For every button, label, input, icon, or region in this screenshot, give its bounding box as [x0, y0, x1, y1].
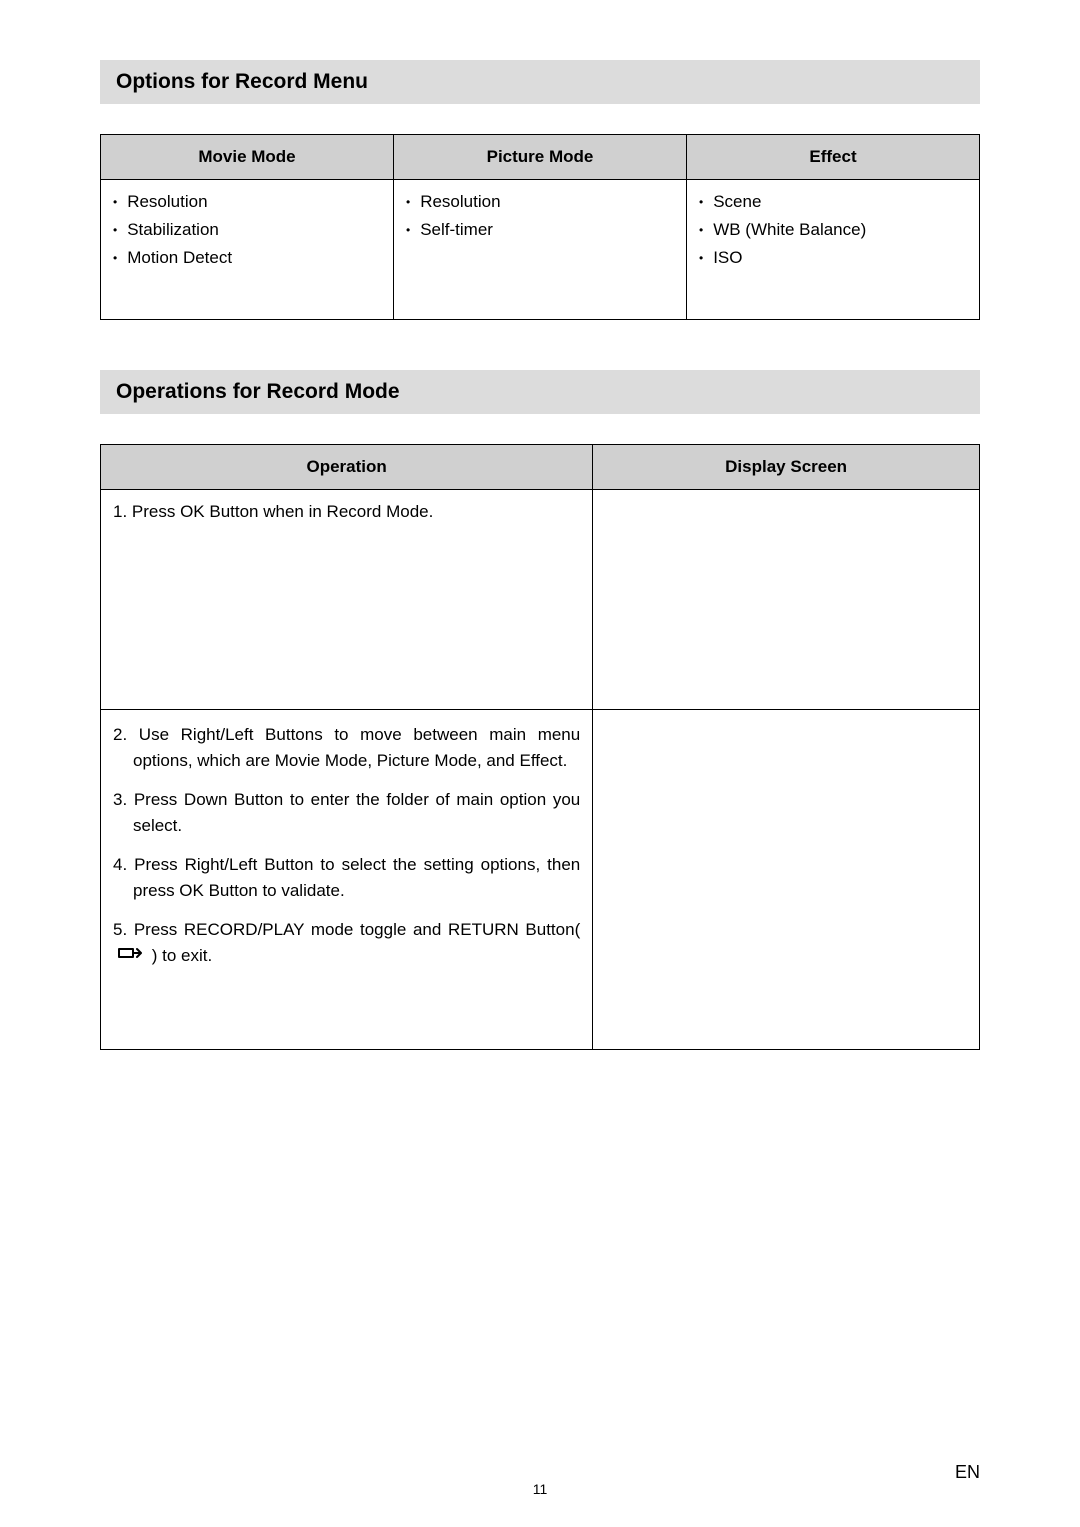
header-picture-mode: Picture Mode [394, 135, 687, 180]
cell-operation-2: 2. Use Right/Left Buttons to move betwee… [101, 710, 593, 1050]
list-item-label: Self-timer [420, 220, 493, 240]
header-operation: Operation [101, 445, 593, 490]
cell-effect: • Scene • WB (White Balance) • ISO [687, 180, 980, 320]
bullet-icon: • [699, 220, 703, 240]
operation-step-3: 3. Press Down Button to enter the folder… [113, 787, 580, 838]
operation-step-4: 4. Press Right/Left Button to select the… [113, 852, 580, 903]
table-header-row: Movie Mode Picture Mode Effect [101, 135, 980, 180]
bullet-icon: • [113, 248, 117, 268]
operation-step-5: 5. Press RECORD/PLAY mode toggle and RET… [113, 917, 580, 969]
operation-step-2: 2. Use Right/Left Buttons to move betwee… [113, 722, 580, 773]
list-item: • Resolution [406, 192, 674, 212]
cell-display-1 [593, 490, 980, 710]
list-item: • Stabilization [113, 220, 381, 240]
options-table: Movie Mode Picture Mode Effect • Resolut… [100, 134, 980, 320]
header-effect: Effect [687, 135, 980, 180]
cell-display-2 [593, 710, 980, 1050]
page-footer: 11 EN [0, 1481, 1080, 1497]
list-item: • Scene [699, 192, 967, 212]
bullet-icon: • [406, 220, 410, 240]
table-row: 1. Press OK Button when in Record Mode. [101, 490, 980, 710]
list-item: • ISO [699, 248, 967, 268]
list-item-label: Resolution [420, 192, 500, 212]
operation-step-5-text-b: ) to exit. [152, 946, 212, 965]
list-item: • Resolution [113, 192, 381, 212]
bullet-icon: • [113, 192, 117, 212]
list-item: • Self-timer [406, 220, 674, 240]
page-language: EN [955, 1462, 980, 1483]
bullet-icon: • [699, 192, 703, 212]
section-header-operations: Operations for Record Mode [100, 370, 980, 414]
section-header-options: Options for Record Menu [100, 60, 980, 104]
page-number: 11 [100, 1481, 980, 1497]
operation-step-1: 1. Press OK Button when in Record Mode. [113, 502, 433, 521]
bullet-icon: • [113, 220, 117, 240]
list-item-label: ISO [713, 248, 742, 268]
table-header-row: Operation Display Screen [101, 445, 980, 490]
cell-picture-mode: • Resolution • Self-timer [394, 180, 687, 320]
header-display-screen: Display Screen [593, 445, 980, 490]
operation-step-5-text-a: 5. Press RECORD/PLAY mode toggle and RET… [113, 920, 580, 939]
table-row: • Resolution • Stabilization • Motion De… [101, 180, 980, 320]
list-item-label: Resolution [127, 192, 207, 212]
list-item-label: Scene [713, 192, 761, 212]
bullet-icon: • [699, 248, 703, 268]
list-item: • WB (White Balance) [699, 220, 967, 240]
cell-operation-1: 1. Press OK Button when in Record Mode. [101, 490, 593, 710]
list-item-label: WB (White Balance) [713, 220, 866, 240]
cell-movie-mode: • Resolution • Stabilization • Motion De… [101, 180, 394, 320]
header-movie-mode: Movie Mode [101, 135, 394, 180]
list-item-label: Stabilization [127, 220, 219, 240]
bullet-icon: • [406, 192, 410, 212]
operations-table: Operation Display Screen 1. Press OK But… [100, 444, 980, 1050]
table-row: 2. Use Right/Left Buttons to move betwee… [101, 710, 980, 1050]
list-item: • Motion Detect [113, 248, 381, 268]
list-item-label: Motion Detect [127, 248, 232, 268]
return-icon [135, 943, 145, 969]
